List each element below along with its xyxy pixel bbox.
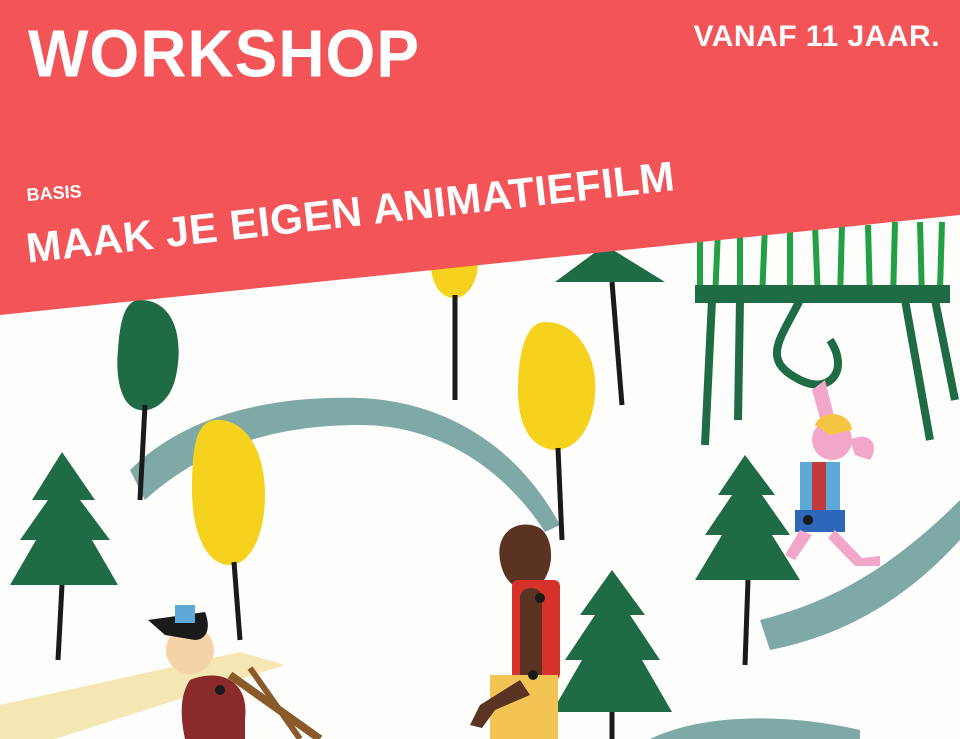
poster: WORKSHOP VANAF 11 JAAR. BASIS MAAK JE EI…	[0, 0, 960, 739]
level-label: BASIS	[25, 181, 83, 205]
red-banner	[0, 0, 960, 315]
age-label: VANAF 11 JAAR.	[693, 20, 940, 53]
workshop-title: WORKSHOP	[28, 15, 420, 92]
